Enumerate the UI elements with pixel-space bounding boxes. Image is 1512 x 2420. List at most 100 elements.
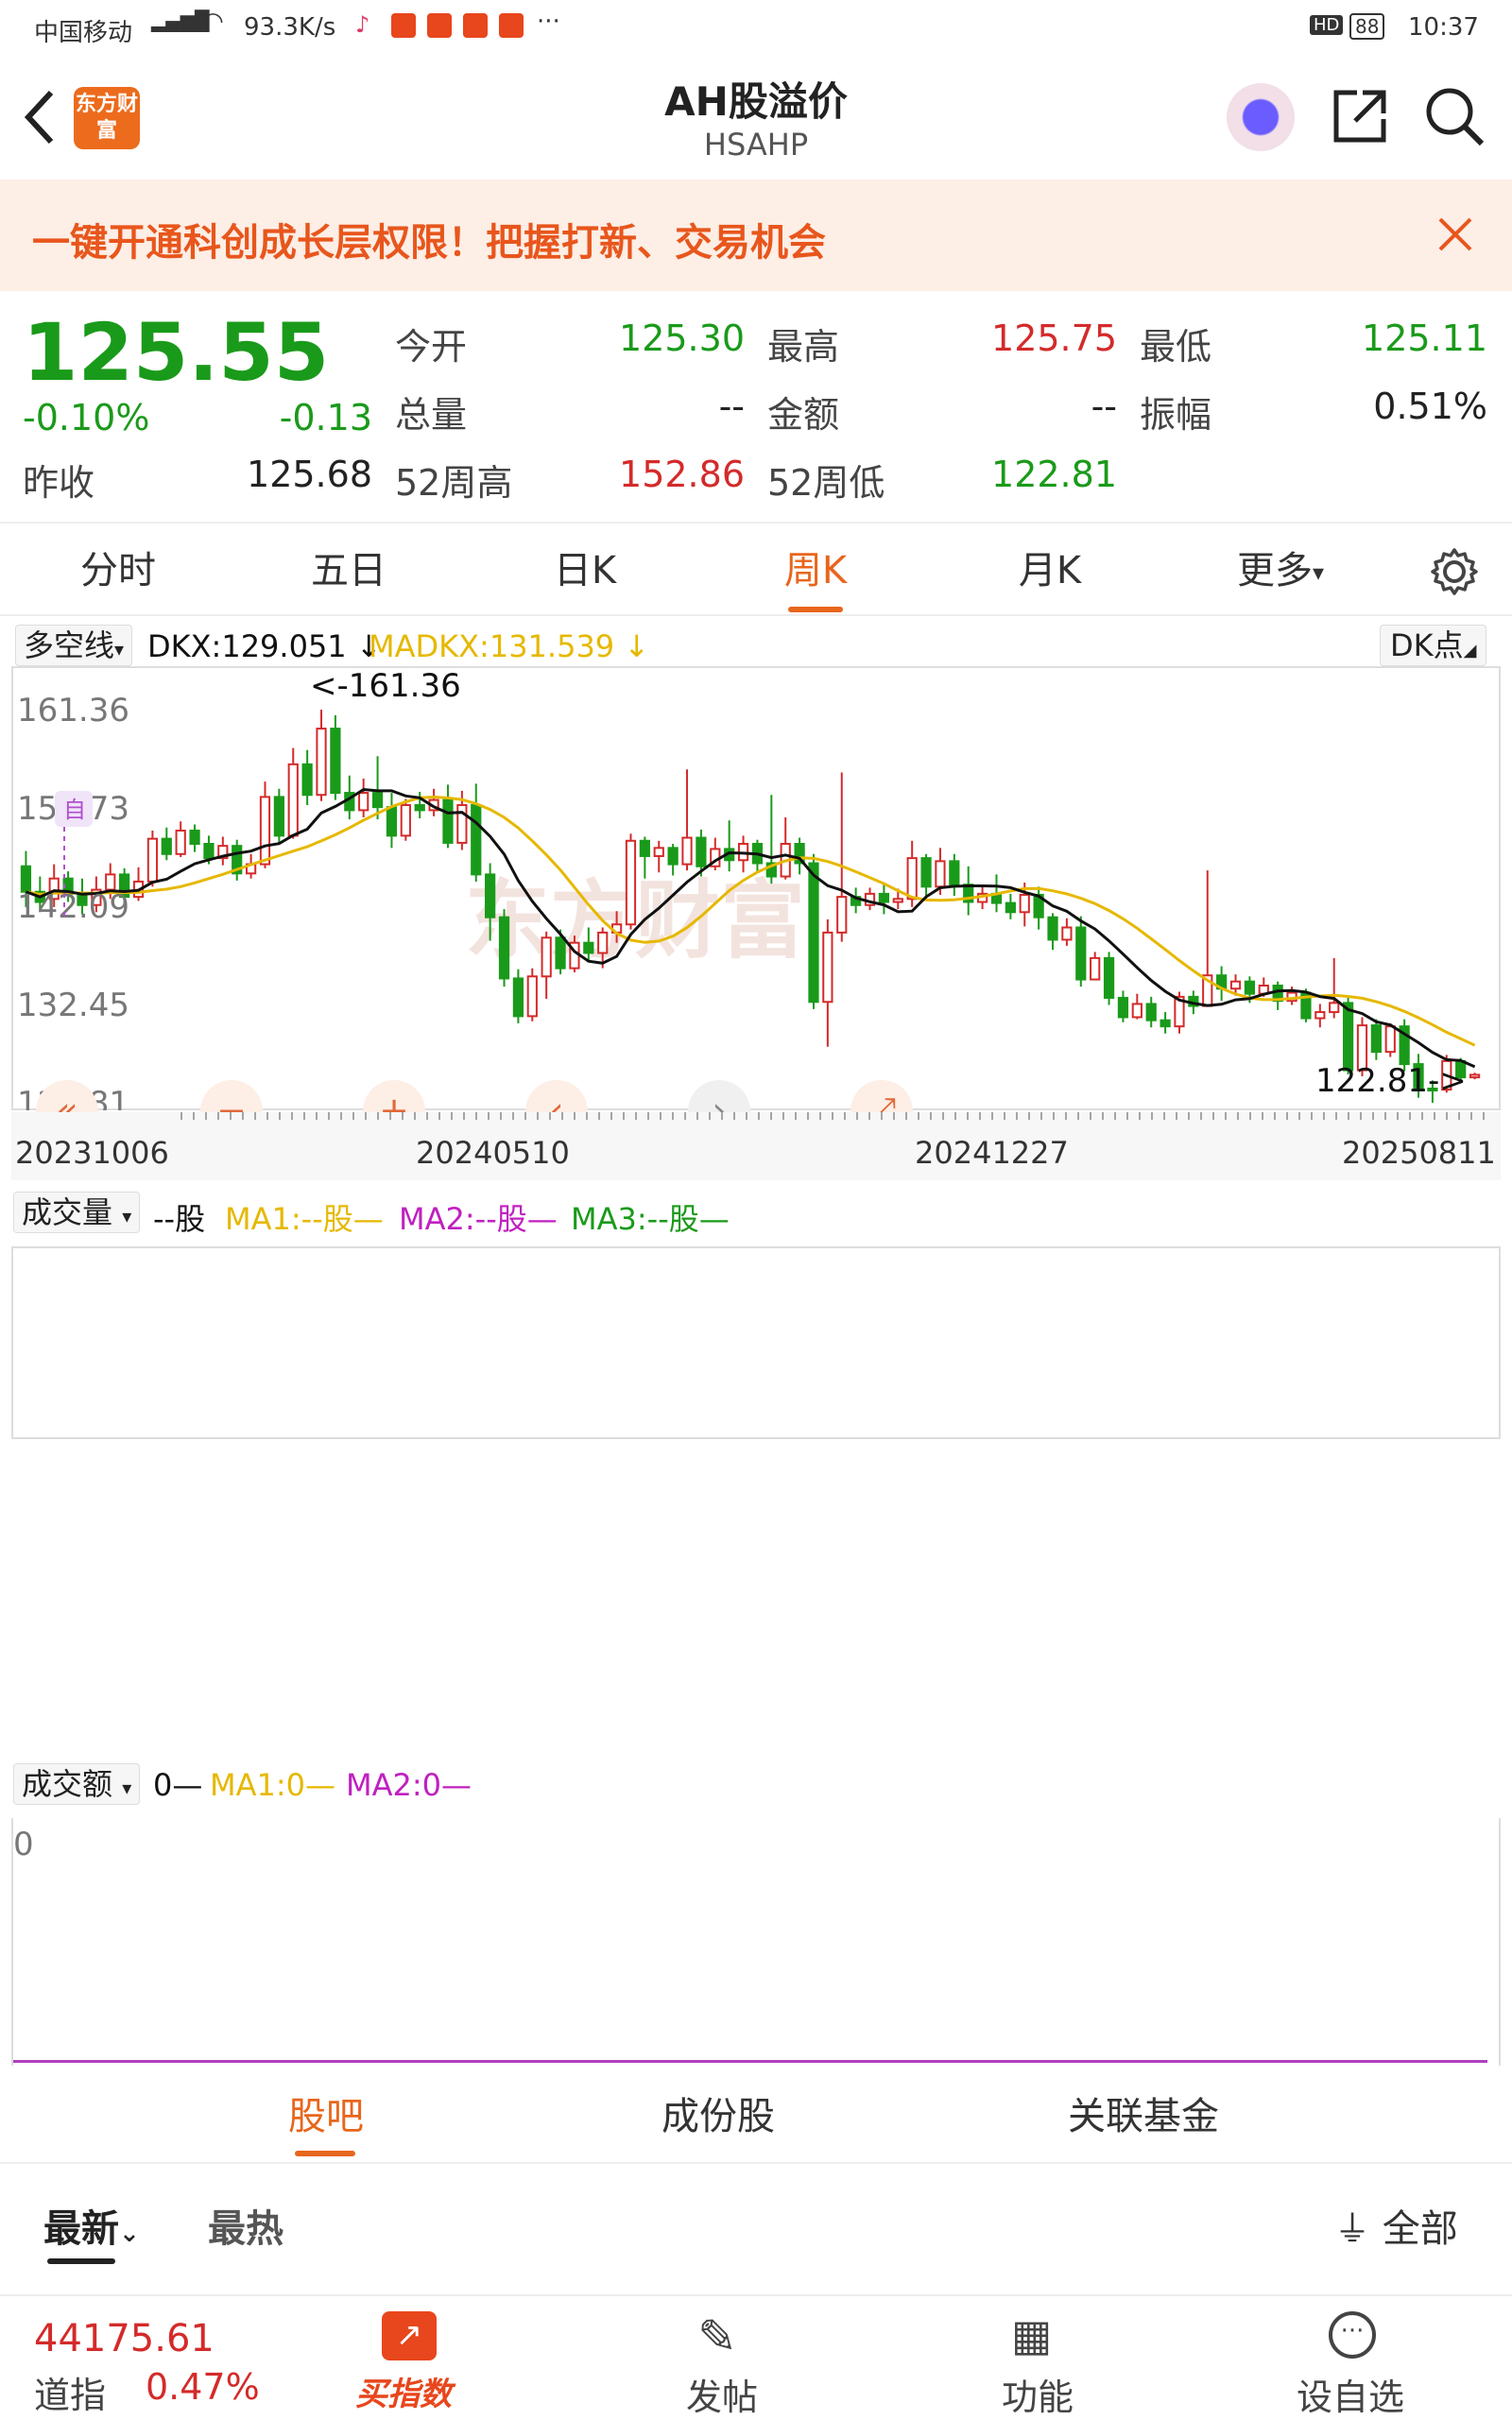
w52-low-value: 122.81: [991, 454, 1117, 495]
bottom-nav: 44175.61 道指 0.47% ↗ 买指数 ✎ 发帖 ▦ 功能 ··· 设自…: [0, 2294, 1512, 2419]
promo-banner[interactable]: 一键开通科创成长层权限！把握打新、交易机会: [0, 180, 1512, 291]
function-button[interactable]: 功能: [1002, 2368, 1074, 2420]
w52-high-label: 52周高: [395, 462, 513, 504]
filter-label: 全部: [1382, 2207, 1458, 2251]
candle-body: [485, 873, 496, 918]
candle-body: [653, 847, 664, 857]
candle-body: [681, 836, 693, 866]
candle-body: [1384, 1025, 1396, 1054]
volume-panel: 成交量 ▾ --股 MA1:--股— MA2:--股— MA3:--股—: [11, 1186, 1501, 1441]
candle-body: [189, 829, 200, 846]
madkx-text: MADKX:131.539: [369, 628, 615, 664]
candle-body: [892, 898, 903, 903]
volume-value: --股: [153, 1201, 206, 1237]
w52-high-value: 152.86: [619, 454, 745, 495]
candle-body: [471, 804, 482, 876]
close-icon[interactable]: [1436, 215, 1474, 253]
tab-more-label: 更多: [1236, 549, 1313, 592]
low-value: 125.11: [1362, 318, 1487, 359]
change-value: -0.13: [279, 397, 372, 438]
amount-ma-line: [13, 2060, 1487, 2063]
app-icon-2: [427, 13, 452, 38]
candle-body: [442, 798, 454, 844]
candle-body: [175, 829, 186, 855]
candle-body: [1047, 916, 1058, 941]
candle-body: [906, 857, 918, 901]
candle-body: [949, 860, 960, 886]
index-value[interactable]: 44175.61: [34, 2317, 215, 2360]
y-tick-label: 132.45: [17, 987, 129, 1024]
tab-daily-k[interactable]: 日K: [505, 523, 665, 618]
amount-value: --: [1091, 386, 1117, 427]
tab-monthly-k[interactable]: 月K: [970, 523, 1130, 618]
caret-down-icon: ▾: [1312, 559, 1325, 586]
stock-code: HSAHP: [703, 127, 809, 163]
clock: 10:37: [1408, 13, 1479, 42]
candle-body: [400, 804, 411, 837]
amount-zero-label: 0: [13, 1826, 34, 1863]
tab-five-day[interactable]: 五日: [268, 523, 429, 618]
gear-icon[interactable]: [1429, 546, 1480, 597]
sort-latest[interactable]: 最新⌄: [43, 2198, 140, 2253]
active-tab-indicator: [788, 607, 843, 612]
volume-selector[interactable]: 成交量 ▾: [13, 1192, 141, 1233]
share-icon[interactable]: [1329, 85, 1391, 147]
section-tabs: 股吧 成份股 关联基金: [0, 2069, 1512, 2164]
amplitude-value: 0.51%: [1373, 386, 1487, 427]
amount-value: 0—: [153, 1767, 203, 1803]
candle-body: [878, 892, 890, 903]
kline-chart[interactable]: 多空线▾ DKX:129.051 ↓ MADKX:131.539 ↓ DK点◢ …: [11, 619, 1501, 1441]
candle-body: [1244, 980, 1256, 995]
tab-weekly-k[interactable]: 周K: [735, 523, 896, 618]
candle-body: [1061, 926, 1073, 941]
candle-body: [1090, 956, 1101, 981]
indicator-selector[interactable]: 多空线▾: [15, 625, 133, 666]
more-circle-icon: ···: [1329, 2311, 1376, 2359]
tab-more[interactable]: 更多▾: [1210, 523, 1351, 618]
x-tick-1: 20231006: [15, 1135, 169, 1171]
candle-body: [822, 931, 833, 1004]
max-price-marker: <-161.36: [310, 667, 461, 705]
tab-guba[interactable]: 股吧: [246, 2069, 406, 2164]
candle-body: [625, 839, 637, 926]
tab-related-funds[interactable]: 关联基金: [1040, 2069, 1247, 2164]
wifi-icon: ◠: [202, 8, 224, 36]
candle-body: [512, 977, 524, 1018]
sort-latest-label: 最新: [43, 2207, 119, 2251]
self-select-marker: 自: [63, 797, 86, 823]
index-name: 道指: [34, 2375, 107, 2416]
tab-constituents[interactable]: 成份股: [624, 2069, 813, 2164]
post-button[interactable]: 发帖: [686, 2368, 758, 2420]
sort-hot[interactable]: 最热: [208, 2198, 284, 2253]
amount-ma1-text: MA1:0: [210, 1767, 305, 1803]
filter-button[interactable]: ⏚ 全部: [1334, 2198, 1458, 2253]
buy-index-button[interactable]: 买指数: [355, 2368, 452, 2414]
tab-minute[interactable]: 分时: [38, 523, 198, 618]
dk-point-selector[interactable]: DK点◢: [1380, 625, 1487, 666]
last-price: 125.55: [23, 306, 330, 399]
candle-body: [836, 896, 848, 934]
back-icon[interactable]: [21, 87, 59, 147]
volume-label: 总量: [395, 394, 468, 436]
hd-badge: HD: [1310, 15, 1344, 35]
app-icon-3: [463, 13, 488, 38]
more-notifications-icon: ···: [537, 8, 560, 36]
candle-body: [597, 931, 609, 954]
search-icon[interactable]: [1423, 85, 1486, 147]
app-logo[interactable]: 东方财富: [74, 87, 140, 149]
candle-body: [371, 792, 384, 809]
add-watchlist-button[interactable]: 设自选: [1297, 2368, 1404, 2420]
nav-bar: 东方财富 AH股溢价 HSAHP: [0, 59, 1512, 180]
volume-ma3: MA3:--股—: [571, 1201, 730, 1237]
volume-ma3-text: MA3:--股: [571, 1201, 699, 1237]
kline-canvas[interactable]: 东方财富 161.36151.73142.09132.45122.81 <-16…: [11, 666, 1501, 1110]
assistant-robot-icon[interactable]: [1227, 83, 1295, 151]
promo-text: 一键开通科创成长层权限！把握打新、交易机会: [32, 221, 826, 265]
candle-body: [1019, 893, 1030, 914]
candle-body: [498, 916, 510, 980]
candle-body: [808, 862, 819, 1004]
apps-icon: ▦: [1011, 2309, 1053, 2360]
amount-selector[interactable]: 成交额 ▾: [13, 1763, 141, 1805]
low-label: 最低: [1140, 326, 1212, 368]
arrow-down-icon: ↓: [624, 628, 650, 664]
